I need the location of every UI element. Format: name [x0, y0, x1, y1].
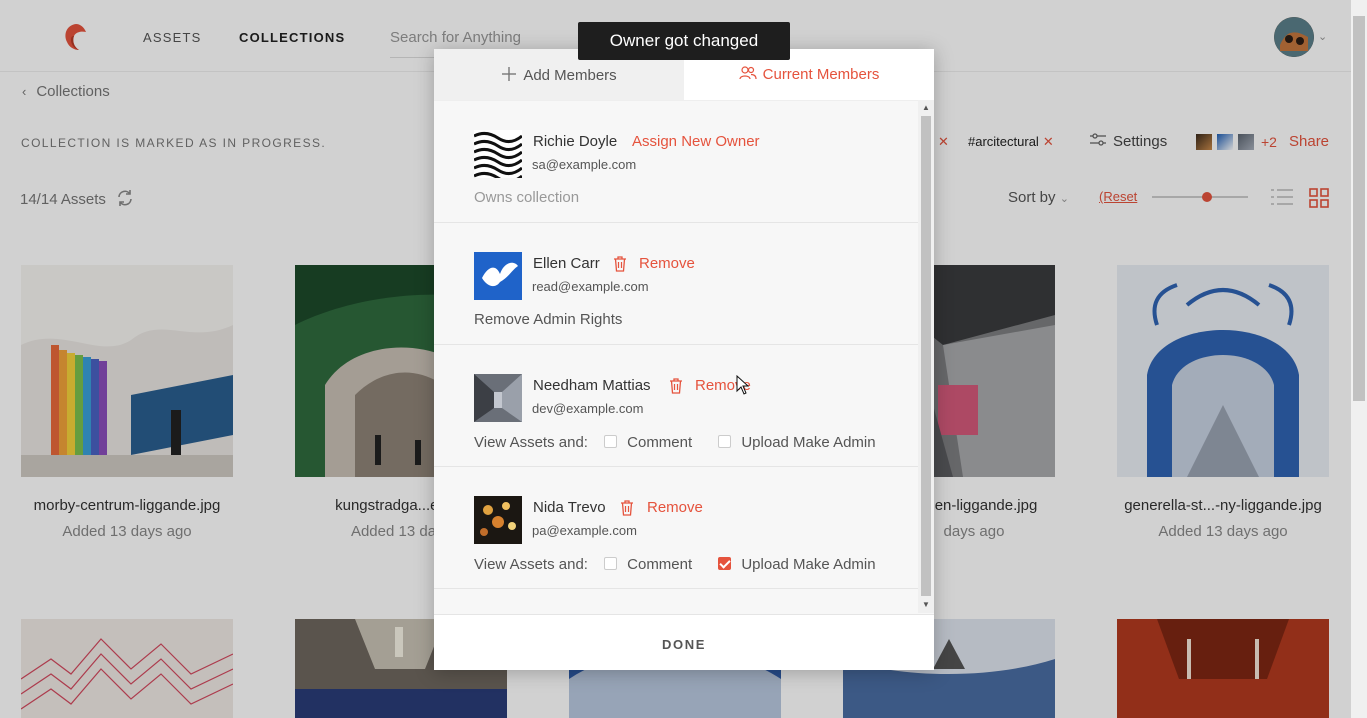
avatar-photo-icon — [474, 252, 522, 300]
checkbox[interactable] — [604, 557, 618, 570]
member-list: Richie Doyle Assign New Owner sa@example… — [434, 100, 918, 613]
avatar-photo-icon — [474, 374, 522, 422]
member-avatar — [474, 252, 522, 300]
remove-member-link[interactable]: Remove — [639, 255, 695, 272]
tab-label: Current Members — [762, 66, 880, 83]
member-name: Richie Doyle — [533, 133, 618, 150]
member-email: sa@example.com — [532, 157, 637, 172]
member-row: Richie Doyle Assign New Owner sa@example… — [434, 101, 918, 223]
assign-owner-link[interactable]: Assign New Owner — [632, 133, 760, 150]
member-row: Needham Mattias Remove dev@example.com V… — [434, 345, 918, 467]
comment-label: Comment — [627, 434, 693, 451]
remove-admin-rights-link[interactable]: Remove Admin Rights — [474, 311, 622, 328]
trash-icon[interactable] — [620, 500, 634, 516]
member-avatar — [474, 374, 522, 422]
member-email: dev@example.com — [532, 401, 644, 416]
checkbox-checked[interactable] — [718, 557, 732, 570]
members-modal: Add Members Current Members Richie Doyle… — [434, 49, 934, 670]
checkbox[interactable] — [604, 435, 618, 448]
trash-icon[interactable] — [613, 256, 627, 272]
upload-checkbox[interactable]: Upload Make Admin — [718, 556, 876, 573]
permissions-label: View Assets and: — [474, 556, 588, 573]
page-scrollbar-thumb[interactable] — [1353, 16, 1365, 401]
member-name: Needham Mattias — [533, 377, 651, 394]
upload-checkbox[interactable]: Upload Make Admin — [718, 434, 876, 451]
toast-notification: Owner got changed — [578, 22, 790, 60]
remove-member-link[interactable]: Remove — [647, 499, 703, 516]
member-email: read@example.com — [532, 279, 649, 294]
member-permissions: View Assets and: Comment Upload Make Adm… — [474, 434, 876, 451]
member-permissions: View Assets and: Comment Upload Make Adm… — [474, 556, 876, 573]
member-list-scrollbar[interactable]: ▲ ▼ — [918, 100, 934, 613]
permissions-label: View Assets and: — [474, 434, 588, 451]
member-email: pa@example.com — [532, 523, 637, 538]
plus-icon — [502, 67, 517, 81]
trash-icon[interactable] — [669, 378, 683, 394]
users-icon — [739, 66, 757, 80]
member-role: Owns collection — [474, 189, 580, 206]
member-avatar — [474, 130, 522, 178]
tab-label: Add Members — [523, 67, 617, 84]
done-button[interactable]: DONE — [434, 614, 934, 670]
page-scrollbar[interactable] — [1351, 0, 1367, 718]
checkbox[interactable] — [718, 435, 732, 448]
member-name: Ellen Carr — [533, 255, 600, 272]
scrollbar-thumb[interactable] — [921, 116, 931, 596]
scroll-up-icon[interactable]: ▲ — [922, 103, 930, 112]
member-row: Ellen Carr Remove read@example.com Remov… — [434, 223, 918, 345]
mouse-cursor-icon — [736, 375, 750, 395]
comment-checkbox[interactable]: Comment — [604, 556, 692, 573]
upload-label: Upload Make Admin — [741, 434, 876, 451]
comment-label: Comment — [627, 556, 693, 573]
avatar-photo-icon — [474, 496, 522, 544]
member-row: Nida Trevo Remove pa@example.com View As… — [434, 467, 918, 589]
member-name: Nida Trevo — [533, 499, 606, 516]
upload-label: Upload Make Admin — [741, 556, 876, 573]
comment-checkbox[interactable]: Comment — [604, 434, 692, 451]
member-avatar — [474, 496, 522, 544]
avatar-photo-icon — [474, 130, 522, 178]
scroll-down-icon[interactable]: ▼ — [922, 600, 930, 609]
